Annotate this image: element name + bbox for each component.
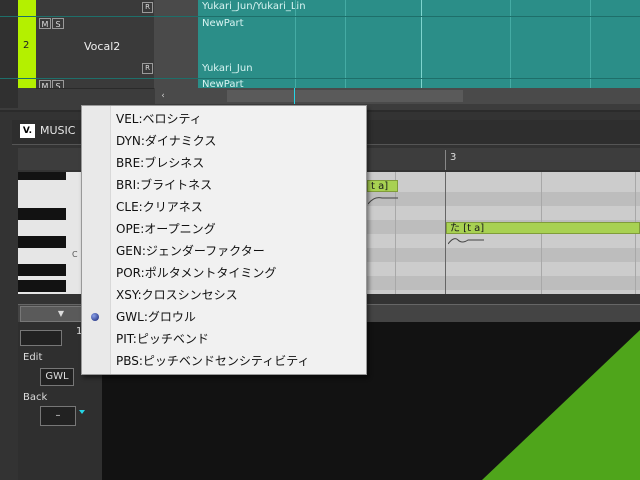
track-1-singer: Yukari_Jun/Yukari_Lin bbox=[202, 1, 306, 12]
lane-gridline bbox=[510, 0, 511, 88]
scrollbar-thumb[interactable] bbox=[227, 90, 463, 102]
lane-bar-line bbox=[421, 0, 422, 88]
menu-item[interactable]: VEL:ベロシティ bbox=[116, 108, 202, 130]
playhead-marker bbox=[294, 88, 295, 104]
menu-item[interactable]: POR:ポルタメントタイミング bbox=[116, 262, 276, 284]
menu-item[interactable]: PIT:ピッチベンド bbox=[116, 328, 209, 350]
track-2-gap bbox=[154, 16, 198, 78]
edit-label: Edit bbox=[23, 352, 43, 363]
back-label: Back bbox=[23, 392, 48, 403]
piano-black-key[interactable] bbox=[18, 280, 66, 292]
pitch-curve bbox=[448, 238, 484, 245]
radio-selected-icon bbox=[91, 313, 99, 321]
track-2-mute-button[interactable]: M bbox=[39, 18, 51, 29]
track-2-singer: Yukari_Jun bbox=[202, 63, 253, 74]
piano-c-label: C bbox=[72, 250, 78, 259]
menu-icon-gutter bbox=[82, 106, 111, 374]
track-2-color: 2 bbox=[18, 16, 36, 78]
track-divider bbox=[0, 16, 640, 17]
track-1-record-button[interactable]: R bbox=[142, 2, 153, 13]
editor-title: MUSIC bbox=[40, 124, 76, 137]
back-parameter-selector[interactable]: – bbox=[40, 406, 76, 426]
piano-black-key[interactable] bbox=[18, 236, 66, 248]
track-3-part-name: NewPart bbox=[202, 79, 244, 88]
chevron-down-icon: ▼ bbox=[57, 309, 65, 318]
track-2-record-button[interactable]: R bbox=[142, 63, 153, 74]
track-2-part-name: NewPart bbox=[202, 18, 244, 29]
track-1-gap bbox=[154, 0, 198, 16]
menu-item[interactable]: OPE:オープニング bbox=[116, 218, 216, 240]
note[interactable]: た [t a] bbox=[446, 222, 640, 234]
ruler-bar-number: 3 bbox=[450, 152, 457, 163]
parameter-context-menu: VEL:ベロシティ DYN:ダイナミクス BRE:ブレシネス BRI:ブライトネス CL… bbox=[81, 105, 367, 375]
lane-gridline bbox=[345, 0, 346, 88]
track-2-solo-button[interactable]: S bbox=[52, 18, 64, 29]
track-1-lane[interactable]: Yukari_Jun/Yukari_Lin bbox=[198, 0, 640, 16]
track-2-name: Vocal2 bbox=[84, 40, 121, 53]
menu-item[interactable]: CLE:クリアネス bbox=[116, 196, 203, 218]
ruler-bar-line bbox=[445, 150, 446, 170]
parameter-value-field[interactable] bbox=[20, 330, 62, 346]
menu-item[interactable]: DYN:ダイナミクス bbox=[116, 130, 216, 152]
menu-item[interactable]: GEN:ジェンダーファクター bbox=[116, 240, 265, 262]
menu-item[interactable]: GWL:グロウル bbox=[116, 306, 196, 328]
track-2-header[interactable]: M S Vocal2 R bbox=[36, 16, 154, 79]
note[interactable]: t a] bbox=[367, 180, 398, 192]
track-3-lane[interactable]: NewPart bbox=[198, 78, 640, 88]
piano-black-key[interactable] bbox=[18, 172, 66, 180]
pitch-curve bbox=[368, 197, 398, 205]
track-1-header[interactable]: R bbox=[36, 0, 154, 17]
track-2-number: 2 bbox=[23, 40, 30, 51]
horizontal-scrollbar[interactable]: ‹ bbox=[155, 88, 640, 104]
track-3-color bbox=[18, 78, 36, 88]
track-3-gap bbox=[154, 78, 198, 88]
scroll-left-arrow-icon[interactable]: ‹ bbox=[155, 88, 171, 104]
vocaloid-logo-icon: V. bbox=[20, 124, 35, 138]
piano-black-key[interactable] bbox=[18, 264, 66, 276]
track-3-mute-button[interactable]: M bbox=[39, 80, 51, 88]
lane-gridline bbox=[295, 0, 296, 88]
edit-parameter-selector[interactable]: GWL bbox=[40, 368, 74, 386]
piano-black-key[interactable] bbox=[18, 208, 66, 220]
track-divider bbox=[0, 78, 640, 79]
track-3-header[interactable]: M S bbox=[36, 78, 154, 89]
menu-item[interactable]: BRE:ブレシネス bbox=[116, 152, 204, 174]
menu-item[interactable]: BRI:ブライトネス bbox=[116, 174, 212, 196]
lane-gridline bbox=[590, 0, 591, 88]
menu-item[interactable]: PBS:ピッチベンドセンシティビティ bbox=[116, 350, 309, 372]
track-1-color bbox=[18, 0, 36, 16]
track-2-lane[interactable]: NewPart Yukari_Jun bbox=[198, 16, 640, 78]
dropdown-arrow-icon[interactable] bbox=[79, 410, 85, 414]
track-3-solo-button[interactable]: S bbox=[52, 80, 64, 88]
menu-item[interactable]: XSY:クロスシンセシス bbox=[116, 284, 238, 306]
